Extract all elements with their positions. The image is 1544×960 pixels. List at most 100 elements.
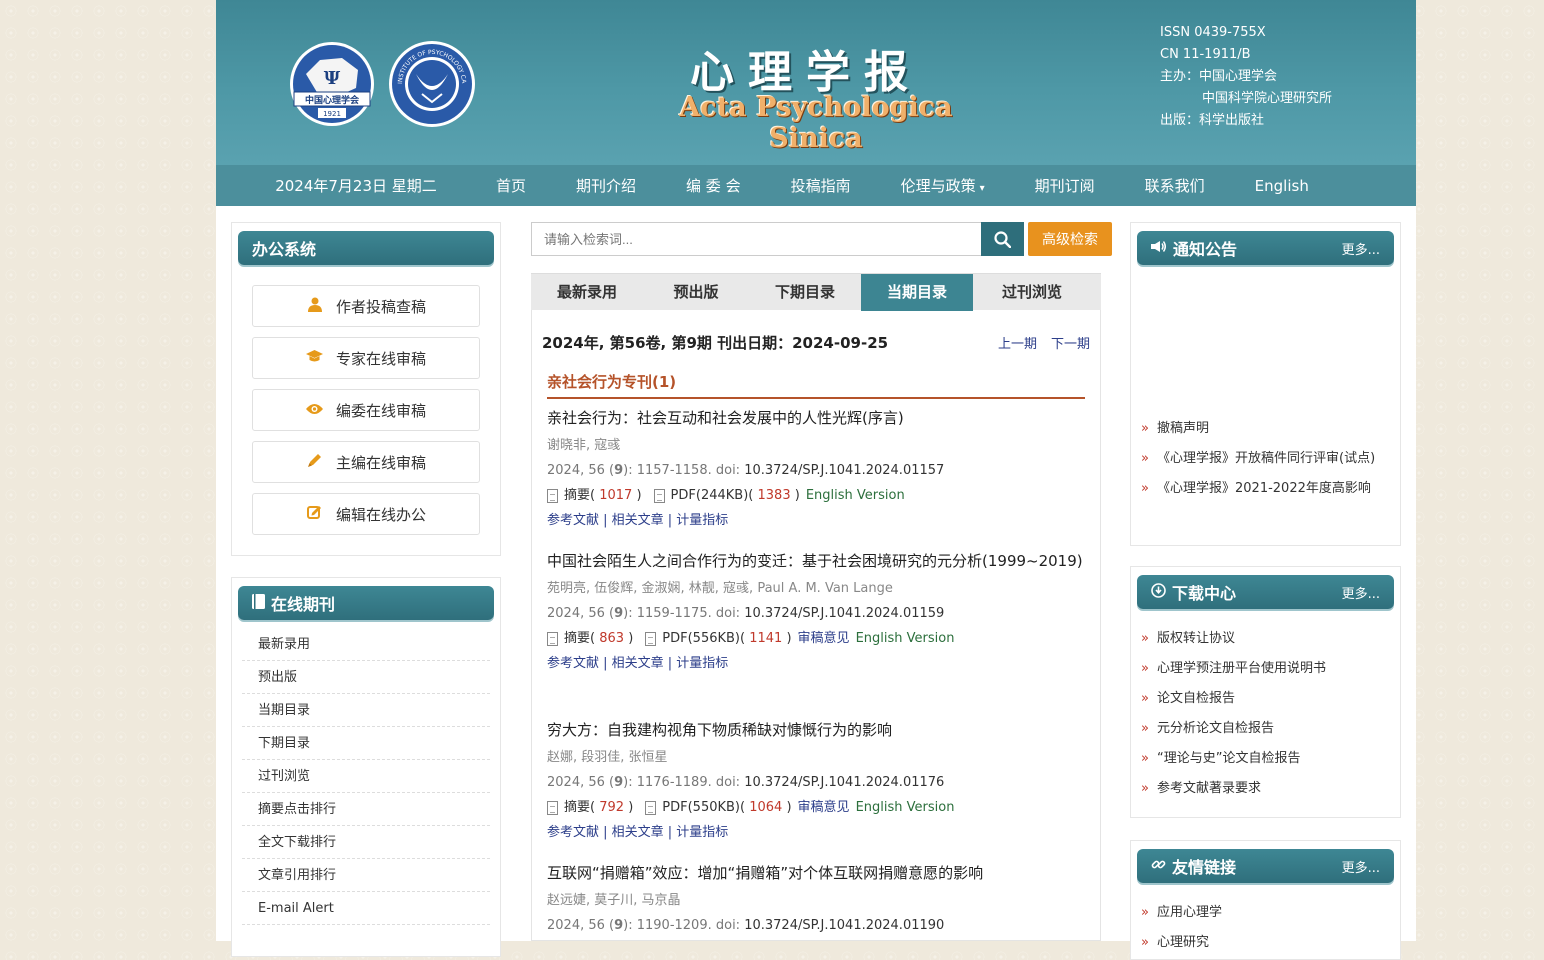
download-item[interactable]: 版权转让协议 [1141,627,1386,651]
links-list: 应用心理学 心理研究 [1131,901,1400,955]
review-comments-link[interactable]: 审稿意见 [798,798,850,818]
cite-pages: ): 1176-1189. doi: [623,775,745,790]
search-button[interactable] [981,222,1024,256]
cn-number: CN 11-1911/B [1160,47,1251,62]
office-system-panel: 办公系统 作者投稿查稿 专家在线审稿 编委在线审稿 主编在线审稿 编辑在线办公 [231,222,501,556]
friend-link-item[interactable]: 心理研究 [1141,931,1386,955]
article-meta-links[interactable]: 参考文献 | 相关文章 | 计量指标 [547,823,1087,843]
nav-journal-intro[interactable]: 期刊介绍 [576,175,636,196]
cite-issue: 9 [614,918,624,933]
english-version-link[interactable]: English Version [856,798,955,818]
edit-square-icon [306,505,324,524]
article-title[interactable]: 穷大方：自我建构视角下物质稀缺对慷慨行为的影响 [547,717,1087,744]
chevron-down-icon: ▾ [979,183,985,194]
article-doi[interactable]: 10.3724/SP.J.1041.2024.01190 [744,918,944,933]
article-title[interactable]: 中国社会陌生人之间合作行为的变迁：基于社会困境研究的元分析(1999~2019) [547,548,1087,575]
download-item[interactable]: 元分析论文自检报告 [1141,717,1386,741]
journal-title-en: Acta Psychologica Sinica [679,92,953,154]
search-input[interactable] [531,222,981,256]
journal-link-citation-ranking[interactable]: 文章引用排行 [242,859,490,892]
download-header: 下载中心 更多... [1137,575,1394,609]
notice-item[interactable]: 《心理学报》开放稿件同行评审(试点) [1141,447,1386,471]
article-doi[interactable]: 10.3724/SP.J.1041.2024.01176 [744,775,944,790]
nav-editorial-board[interactable]: 编 委 会 [686,175,741,196]
article-item: 亲社会行为：社会互动和社会发展中的人性光辉(序言) 谢晓非, 寇彧 2024, … [547,405,1087,531]
download-item[interactable]: 参考文献著录要求 [1141,777,1386,801]
article-meta-links[interactable]: 参考文献 | 相关文章 | 计量指标 [547,654,1087,674]
abstract-link[interactable]: 摘要 [564,798,590,818]
nav-english[interactable]: English [1255,177,1309,195]
paren-close: ) [782,800,792,815]
main-nav: 2024年7月23日 星期二 首页 期刊介绍 编 委 会 投稿指南 伦理与政策 ▾… [216,165,1416,206]
journal-link-latest-accepted[interactable]: 最新录用 [242,628,490,661]
nav-ethics-policy[interactable]: 伦理与政策 ▾ [901,175,985,196]
next-issue-link[interactable]: 下一期 [1051,337,1090,352]
advanced-search-button[interactable]: 高级检索 [1028,222,1112,256]
cite-issue: 9 [614,463,624,478]
download-item[interactable]: 心理学预注册平台使用说明书 [1141,657,1386,681]
paren-open: ( [748,488,758,503]
society-logo[interactable]: Ψ 中国心理学会 1921 [288,40,376,128]
author-submission-button[interactable]: 作者投稿查稿 [252,285,480,327]
tab-current-issue[interactable]: 当期目录 [861,274,973,311]
tab-latest-accepted[interactable]: 最新录用 [531,274,643,311]
links-more-link[interactable]: 更多... [1342,857,1380,876]
links-header: 友情链接 更多... [1137,849,1394,883]
tab-online-first[interactable]: 预出版 [643,274,749,311]
download-circle-icon [1151,582,1166,602]
article-title[interactable]: 互联网“捐赠箱”效应：增加“捐赠箱”对个体互联网捐赠意愿的影响 [547,860,1087,887]
chief-editor-review-button[interactable]: 主编在线审稿 [252,441,480,483]
editorial-member-review-button[interactable]: 编委在线审稿 [252,389,480,431]
sponsor: 主办：中国心理学会 [1160,69,1278,84]
journal-link-email-alert[interactable]: E-mail Alert [242,892,490,925]
nav-contact[interactable]: 联系我们 [1145,175,1205,196]
download-more-link[interactable]: 更多... [1342,583,1380,602]
friend-link-item[interactable]: 应用心理学 [1141,901,1386,925]
cite-pages: ): 1159-1175. doi: [623,606,745,621]
review-comments-link[interactable]: 审稿意见 [798,629,850,649]
notice-item[interactable]: 撤稿声明 [1141,417,1386,441]
institute-logo[interactable]: INSTITUTE OF PSYCHOLOGY CAS [388,40,476,128]
tab-archive[interactable]: 过刊浏览 [973,274,1091,311]
journal-link-next-issue[interactable]: 下期目录 [242,727,490,760]
article-authors: 赵娜, 段羽佳, 张恒星 [547,750,668,765]
journal-link-abstract-ranking[interactable]: 摘要点击排行 [242,793,490,826]
tab-next-issue[interactable]: 下期目录 [749,274,861,311]
article-title[interactable]: 亲社会行为：社会互动和社会发展中的人性光辉(序言) [547,405,1087,432]
publisher: 出版：科学出版社 [1160,113,1265,128]
editor-office-button[interactable]: 编辑在线办公 [252,493,480,535]
journal-link-download-ranking[interactable]: 全文下载排行 [242,826,490,859]
article-doi[interactable]: 10.3724/SP.J.1041.2024.01157 [744,463,944,478]
notice-more-link[interactable]: 更多... [1342,239,1380,258]
current-date: 2024年7月23日 星期二 [275,177,437,195]
abstract-link[interactable]: 摘要 [564,629,590,649]
expert-review-button[interactable]: 专家在线审稿 [252,337,480,379]
pdf-link[interactable]: PDF(556KB) [662,629,740,649]
prev-issue-link[interactable]: 上一期 [998,337,1037,352]
notice-item[interactable]: 《心理学报》2021-2022年度高影响 [1141,477,1386,501]
pdf-icon [645,801,657,815]
article-links: 摘要 ( 1017 ) PDF(244KB) ( 1383 ) English … [547,486,1087,506]
article-links: 摘要 ( 863 ) PDF(556KB) ( 1141 ) 审稿意见 Engl… [547,629,1087,649]
pdf-count: 1141 [749,631,783,646]
nav-subscription[interactable]: 期刊订阅 [1035,175,1095,196]
nav-submission-guide[interactable]: 投稿指南 [791,175,851,196]
journal-link-archive[interactable]: 过刊浏览 [242,760,490,793]
article-item: 互联网“捐赠箱”效应：增加“捐赠箱”对个体互联网捐赠意愿的影响 赵远婕, 莫子川… [547,860,1087,936]
paren-open: ( [590,488,600,503]
pdf-link[interactable]: PDF(550KB) [662,798,740,818]
journal-link-online-first[interactable]: 预出版 [242,661,490,694]
pdf-link[interactable]: PDF(244KB) [671,486,749,506]
english-version-link[interactable]: English Version [806,486,905,506]
download-item[interactable]: “理论与史”论文自检报告 [1141,747,1386,771]
abstract-link[interactable]: 摘要 [564,486,590,506]
society-logo-year: 1921 [323,110,341,118]
download-item[interactable]: 论文自检报告 [1141,687,1386,711]
paren-close: ) [624,800,634,815]
english-version-link[interactable]: English Version [856,629,955,649]
article-doi[interactable]: 10.3724/SP.J.1041.2024.01159 [744,606,944,621]
nav-home[interactable]: 首页 [496,175,526,196]
pdf-icon [645,632,657,646]
journal-link-current-issue[interactable]: 当期目录 [242,694,490,727]
article-meta-links[interactable]: 参考文献 | 相关文章 | 计量指标 [547,511,1087,531]
